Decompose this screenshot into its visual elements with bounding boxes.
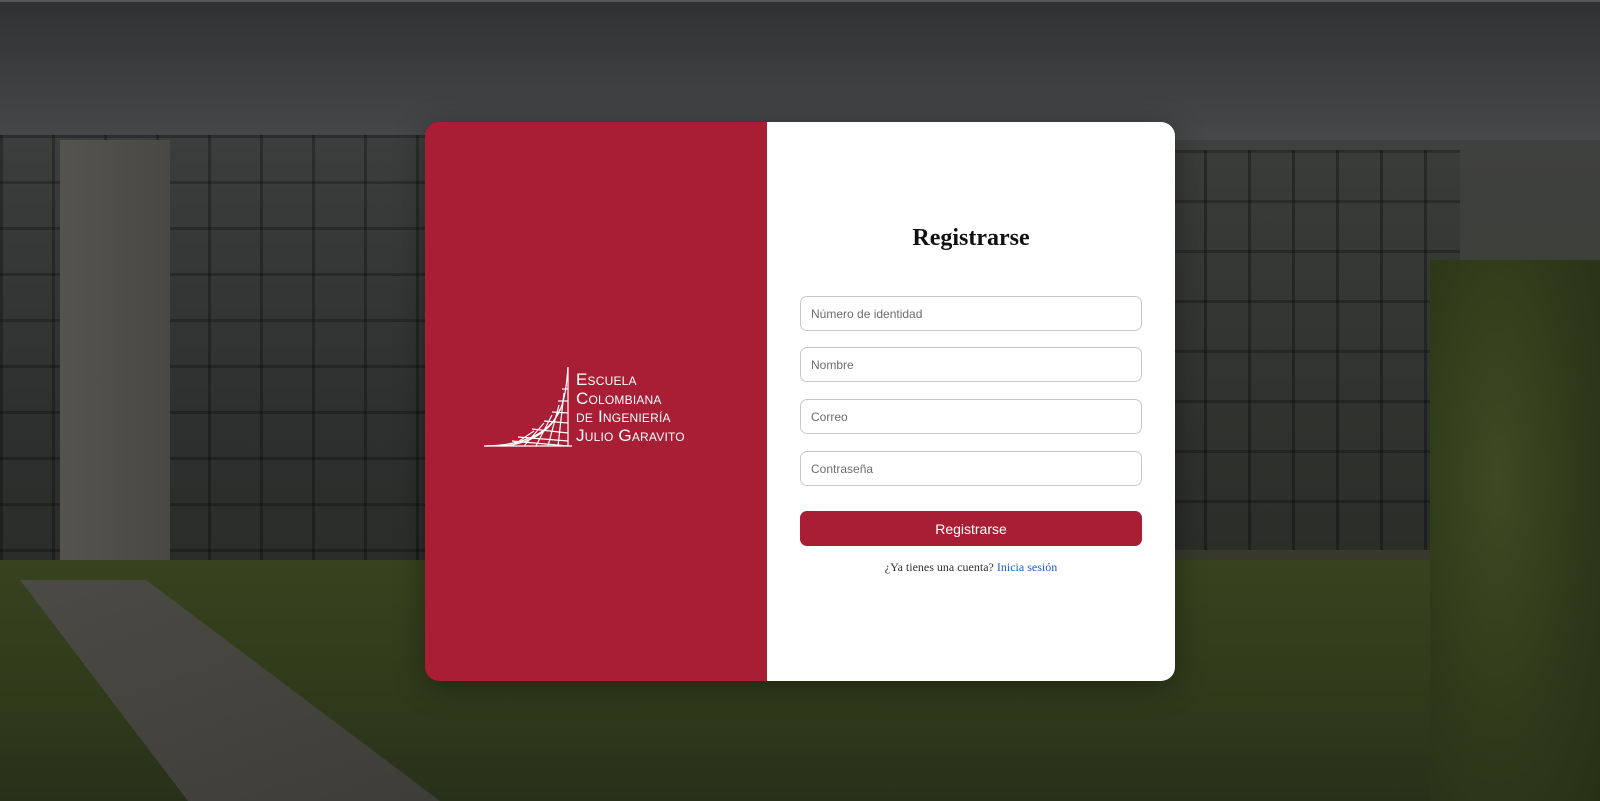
register-form-panel: Registrarse Registrarse ¿Ya tienes una c… bbox=[767, 122, 1175, 681]
background-trees bbox=[1430, 260, 1600, 801]
email-field[interactable] bbox=[800, 399, 1142, 434]
background-building-right bbox=[1160, 150, 1460, 550]
logo-line-2: Colombiana bbox=[576, 388, 662, 408]
logo-emblem-icon bbox=[484, 366, 572, 447]
brand-panel: Escuela Colombiana de Ingeniería Julio G… bbox=[425, 122, 767, 681]
logo-line-4: Julio Garavito bbox=[576, 425, 685, 445]
background-building-wall bbox=[60, 140, 170, 560]
login-prompt-text: ¿Ya tienes una cuenta? bbox=[884, 560, 994, 574]
register-button[interactable]: Registrarse bbox=[800, 511, 1142, 546]
university-logo: Escuela Colombiana de Ingeniería Julio G… bbox=[482, 363, 722, 449]
logo-line-1: Escuela bbox=[576, 370, 637, 389]
form-title: Registrarse bbox=[912, 225, 1030, 251]
logo-line-3: de Ingeniería bbox=[576, 407, 671, 426]
password-field[interactable] bbox=[800, 451, 1142, 486]
login-link[interactable]: Inicia sesión bbox=[997, 560, 1057, 574]
background-sky bbox=[0, 0, 1600, 140]
logo-wordmark: Escuela Colombiana de Ingeniería Julio G… bbox=[576, 370, 685, 449]
register-card: Escuela Colombiana de Ingeniería Julio G… bbox=[425, 122, 1175, 681]
browser-top-edge bbox=[0, 0, 1600, 2]
id-number-field[interactable] bbox=[800, 296, 1142, 331]
login-prompt-line: ¿Ya tienes una cuenta? Inicia sesión bbox=[767, 560, 1175, 575]
name-field[interactable] bbox=[800, 347, 1142, 382]
